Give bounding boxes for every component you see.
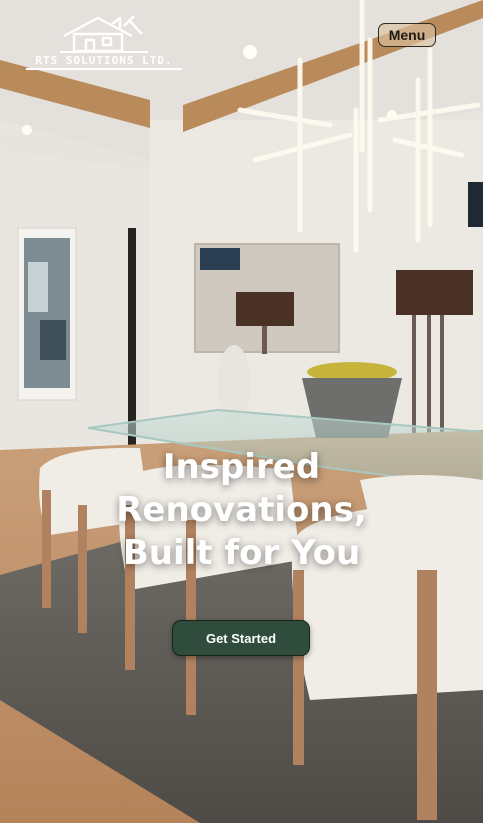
menu-button[interactable]: Menu (378, 23, 436, 47)
hero-headline-line: Inspired (162, 447, 321, 487)
brand-logo[interactable]: RTS SOLUTIONS LTD. (26, 14, 182, 72)
brand-name: RTS SOLUTIONS LTD. (26, 54, 182, 70)
hero-headline-line: Built for You (122, 533, 361, 573)
get-started-button[interactable]: Get Started (172, 620, 310, 656)
hero-background-photo (0, 0, 483, 823)
hero-headline-line: Renovations, (116, 490, 367, 530)
hero-section: RTS SOLUTIONS LTD. Menu Inspired Renovat… (0, 0, 483, 823)
house-tools-icon (60, 15, 148, 53)
hero-headline: Inspired Renovations, Built for You (0, 446, 483, 575)
